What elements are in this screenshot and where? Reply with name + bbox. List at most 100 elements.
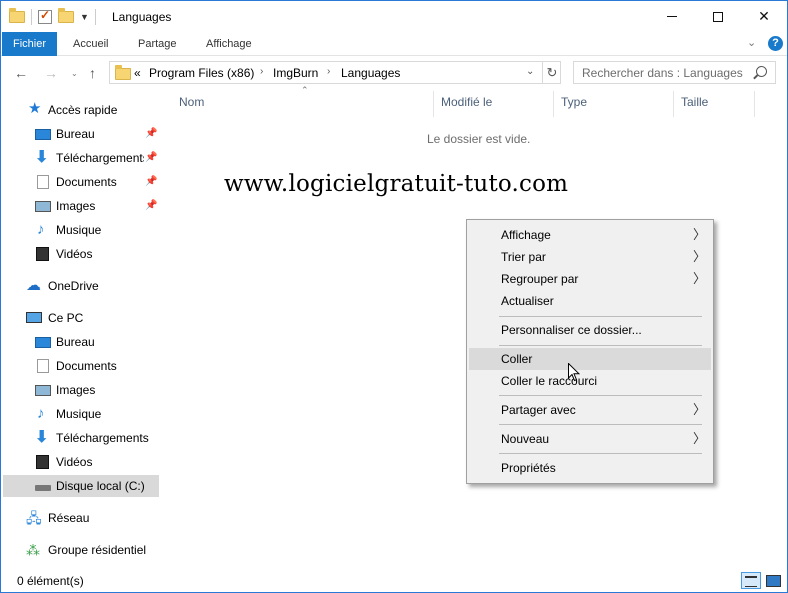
column-header-modified[interactable]: Modifié le xyxy=(441,95,492,115)
pin-icon[interactable]: 📌 xyxy=(145,195,157,217)
title-bar: ▼ Languages ✕ xyxy=(1,1,787,32)
tab-home[interactable]: Accueil xyxy=(73,32,108,56)
pin-icon[interactable]: 📌 xyxy=(145,123,157,145)
nav-pc-downloads[interactable]: ⬇ Téléchargements xyxy=(1,427,159,449)
large-icons-view-icon[interactable] xyxy=(764,572,782,589)
nav-quick-images[interactable]: Images 📌 xyxy=(1,195,159,217)
customize-toolbar-icon[interactable]: ▼ xyxy=(80,12,89,22)
breadcrumb-separator-icon[interactable]: › xyxy=(260,66,263,77)
search-input[interactable]: Rechercher dans : Languages xyxy=(582,66,743,80)
details-view-icon[interactable] xyxy=(741,572,761,589)
column-divider[interactable] xyxy=(754,91,755,117)
menu-item-paste[interactable]: Coller xyxy=(469,348,711,370)
nav-homegroup[interactable]: ⁂ Groupe résidentiel xyxy=(1,539,159,561)
film-icon xyxy=(36,247,49,261)
tab-share[interactable]: Partage xyxy=(138,32,177,56)
nav-quick-documents[interactable]: Documents 📌 xyxy=(1,171,159,193)
pin-icon[interactable]: 📌 xyxy=(145,147,157,169)
empty-folder-message: Le dossier est vide. xyxy=(427,132,531,146)
address-dropdown-icon[interactable]: ⌄ xyxy=(526,66,534,77)
column-header-size[interactable]: Taille xyxy=(681,95,708,115)
nav-local-disk[interactable]: Disque local (C:) xyxy=(3,475,159,497)
nav-label: Vidéos xyxy=(56,247,93,261)
nav-label: Documents xyxy=(56,359,117,373)
hard-drive-icon xyxy=(35,485,51,491)
search-icon[interactable] xyxy=(756,66,767,77)
context-menu: Affichage 〉 Trier par 〉 Regrouper par 〉 … xyxy=(466,219,714,484)
nav-network[interactable]: 🖧 Réseau xyxy=(1,507,159,529)
menu-item-sort-by[interactable]: Trier par 〉 xyxy=(469,246,711,268)
menu-label: Actualiser xyxy=(501,294,554,308)
menu-label: Affichage xyxy=(501,228,551,242)
minimize-icon xyxy=(667,16,677,17)
pin-icon[interactable]: 📌 xyxy=(145,171,157,193)
recent-locations-icon[interactable]: ⌄ xyxy=(71,69,78,78)
column-divider[interactable] xyxy=(433,91,434,117)
nav-quick-access[interactable]: ★ Accès rapide xyxy=(1,99,159,121)
nav-quick-music[interactable]: ♪ Musique xyxy=(1,219,159,241)
nav-pc-desktop[interactable]: Bureau xyxy=(1,331,159,353)
help-icon[interactable]: ? xyxy=(768,36,783,51)
cloud-icon: ☁ xyxy=(26,277,41,294)
search-box[interactable]: Rechercher dans : Languages xyxy=(573,61,776,84)
menu-item-group-by[interactable]: Regrouper par 〉 xyxy=(469,268,711,290)
nav-quick-desktop[interactable]: Bureau 📌 xyxy=(1,123,159,145)
menu-item-paste-shortcut[interactable]: Coller le raccourci xyxy=(469,370,711,392)
menu-label: Personnaliser ce dossier... xyxy=(501,323,642,337)
expand-ribbon-icon[interactable]: ⌄ xyxy=(747,36,756,49)
address-toolbar: ← → ⌄ ↑ « Program Files (x86) › ImgBurn … xyxy=(1,57,787,89)
window-title: Languages xyxy=(112,10,172,24)
breadcrumb-program-files[interactable]: Program Files (x86) xyxy=(149,66,254,80)
nav-label: Téléchargements xyxy=(56,151,144,165)
minimize-button[interactable] xyxy=(649,1,695,32)
folder-icon xyxy=(115,65,131,80)
breadcrumb-languages[interactable]: Languages xyxy=(341,66,400,80)
forward-arrow-icon[interactable]: → xyxy=(44,65,58,81)
nav-quick-videos[interactable]: Vidéos xyxy=(1,243,159,265)
back-arrow-icon[interactable]: ← xyxy=(14,65,28,81)
submenu-arrow-icon: 〉 xyxy=(693,271,707,286)
address-bar[interactable]: « Program Files (x86) › ImgBurn › Langua… xyxy=(109,61,561,84)
breadcrumb-separator-icon[interactable]: › xyxy=(327,66,330,77)
menu-separator xyxy=(499,453,702,454)
nav-onedrive[interactable]: ☁ OneDrive xyxy=(1,275,159,297)
menu-separator xyxy=(499,345,702,346)
nav-label: Documents xyxy=(56,175,117,189)
menu-item-properties[interactable]: Propriétés xyxy=(469,457,711,479)
column-header-type[interactable]: Type xyxy=(561,95,587,115)
nav-quick-downloads[interactable]: ⬇ Téléchargements 📌 xyxy=(1,147,159,169)
column-divider[interactable] xyxy=(673,91,674,117)
menu-item-customize-folder[interactable]: Personnaliser ce dossier... xyxy=(469,319,711,341)
film-icon xyxy=(36,455,49,469)
submenu-arrow-icon: 〉 xyxy=(693,402,707,417)
quick-access-toolbar: ▼ xyxy=(9,7,96,27)
nav-pc-images[interactable]: Images xyxy=(1,379,159,401)
nav-this-pc[interactable]: Ce PC xyxy=(1,307,159,329)
refresh-icon[interactable]: ↻ xyxy=(542,62,561,83)
watermark-text: www.logicielgratuit-tuto.com xyxy=(224,171,569,197)
column-header-name[interactable]: Nom xyxy=(179,95,204,115)
maximize-button[interactable] xyxy=(695,1,741,32)
desktop-icon xyxy=(35,337,51,348)
image-icon xyxy=(35,385,51,396)
breadcrumb-overflow[interactable]: « xyxy=(134,66,141,80)
new-folder-icon[interactable] xyxy=(58,8,74,23)
download-icon: ⬇ xyxy=(35,429,49,446)
tab-view[interactable]: Affichage xyxy=(206,32,252,56)
breadcrumb-imgburn[interactable]: ImgBurn xyxy=(273,66,318,80)
menu-item-view[interactable]: Affichage 〉 xyxy=(469,224,711,246)
nav-pc-music[interactable]: ♪ Musique xyxy=(1,403,159,425)
close-button[interactable]: ✕ xyxy=(741,1,787,32)
toolbar-divider xyxy=(94,9,96,25)
properties-icon[interactable] xyxy=(38,8,52,24)
menu-item-new[interactable]: Nouveau 〉 xyxy=(469,428,711,450)
tab-file[interactable]: Fichier xyxy=(2,32,57,56)
menu-item-refresh[interactable]: Actualiser xyxy=(469,290,711,312)
column-divider[interactable] xyxy=(553,91,554,117)
menu-item-share-with[interactable]: Partager avec 〉 xyxy=(469,399,711,421)
image-icon xyxy=(35,201,51,212)
menu-label: Nouveau xyxy=(501,432,550,446)
up-arrow-icon[interactable]: ↑ xyxy=(89,65,96,81)
nav-pc-videos[interactable]: Vidéos xyxy=(1,451,159,473)
nav-pc-documents[interactable]: Documents xyxy=(1,355,159,377)
